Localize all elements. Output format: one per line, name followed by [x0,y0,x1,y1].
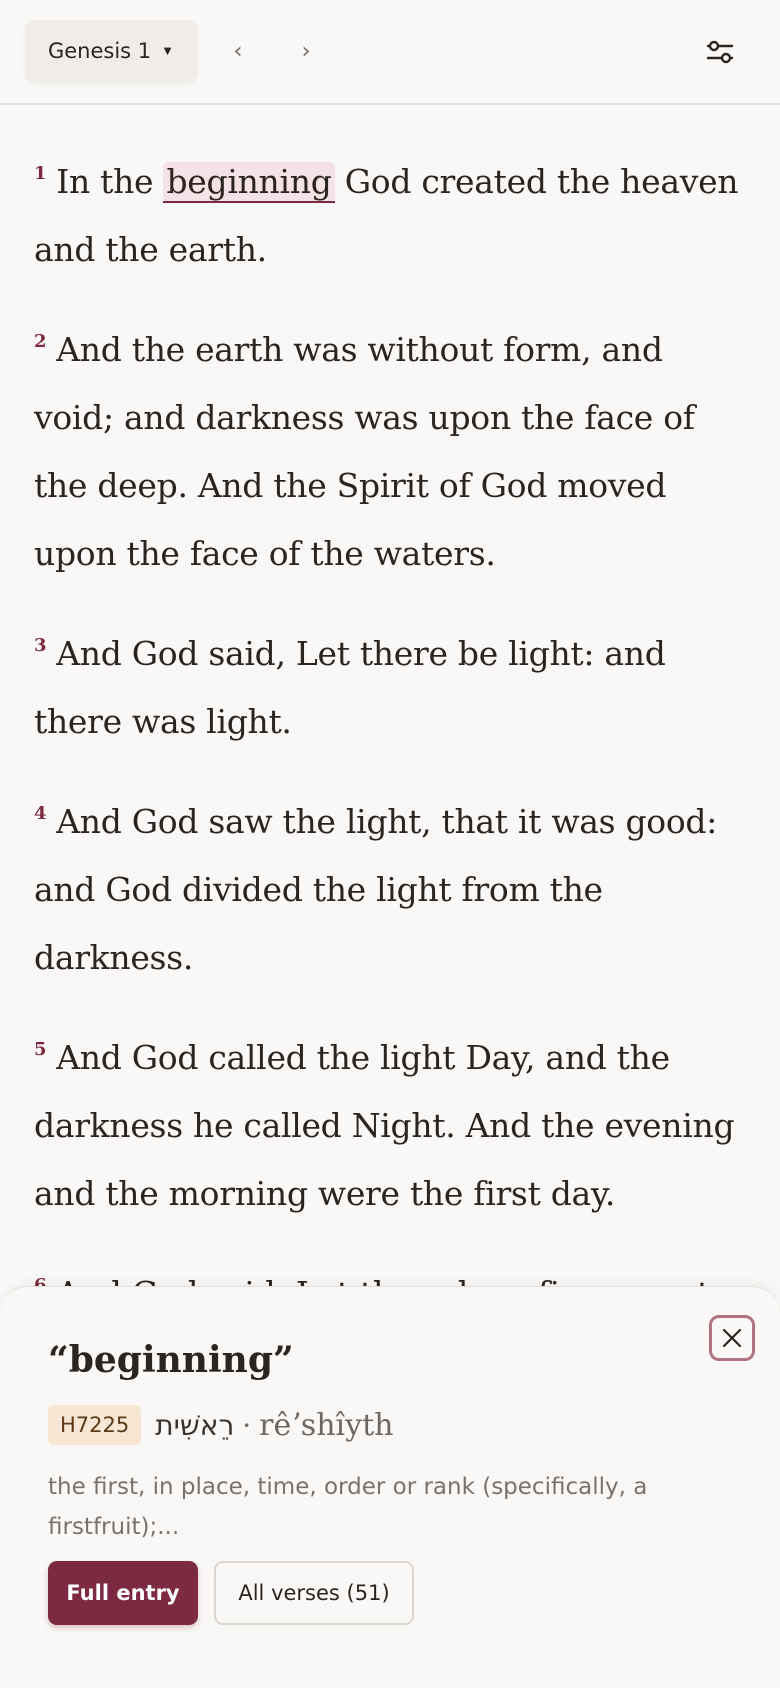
verse-number: 2 [34,331,47,352]
verse-text[interactable]: And God saw the light, that it was good:… [34,802,717,977]
chapter-selector-button[interactable]: Genesis 1 ▼ [25,20,197,82]
definition-text: the first, in place, time, order or rank… [48,1474,648,1540]
close-icon [722,1328,742,1348]
hebrew-word: רֵאשִׁית [155,1408,235,1442]
highlighted-word[interactable]: beginning [163,162,335,203]
transliteration: rêʼshîyth [259,1407,394,1443]
verse-text[interactable]: And the earth was without form, and void… [34,330,695,573]
chapter-text: 1 In the beginning God created the heaven… [34,140,750,1352]
verse-number: 3 [34,635,47,656]
all-verses-button[interactable]: All verses (51) [214,1561,414,1625]
verse-text[interactable]: And God said, Let there be light: and th… [34,634,666,741]
close-panel-button[interactable] [709,1315,755,1361]
next-chapter-button[interactable]: › [281,26,331,76]
caret-down-icon: ▼ [161,42,175,58]
word-title: “beginning” [48,1339,294,1381]
chapter-label: Genesis 1 [47,39,152,63]
previous-chapter-button[interactable]: ‹ [213,26,263,76]
full-entry-button[interactable]: Full entry [48,1561,198,1625]
verse-5: 5 And God called the light Day, and the d… [34,1016,750,1228]
verse-4: 4 And God saw the light, that it was good… [34,780,750,992]
verse-number: 5 [34,1039,47,1060]
sliders-icon [706,40,734,64]
chevron-left-icon: ‹ [233,38,243,64]
chevron-right-icon: › [301,38,311,64]
word-study-panel: “beginning” H7225 רֵאשִׁית · rêʼshîyth t… [0,1286,780,1688]
verse-text[interactable]: And God called the light Day, and the da… [34,1038,735,1213]
verse-2: 2 And the earth was without form, and voi… [34,308,750,588]
top-bar: Genesis 1 ▼ ‹ › [0,0,780,105]
verse-1: 1 In the beginning God created the heaven… [34,140,750,284]
separator: · [242,1408,252,1442]
strongs-number-badge: H7225 [48,1405,142,1445]
verse-3: 3 And God said, Let there be light: and t… [34,612,750,756]
verse-number: 1 [34,163,47,184]
verse-number: 4 [34,803,47,824]
verse-text: In the [56,162,164,201]
lexicon-row: H7225 רֵאשִׁית · rêʼshîyth [48,1405,393,1445]
settings-button[interactable] [696,28,744,76]
